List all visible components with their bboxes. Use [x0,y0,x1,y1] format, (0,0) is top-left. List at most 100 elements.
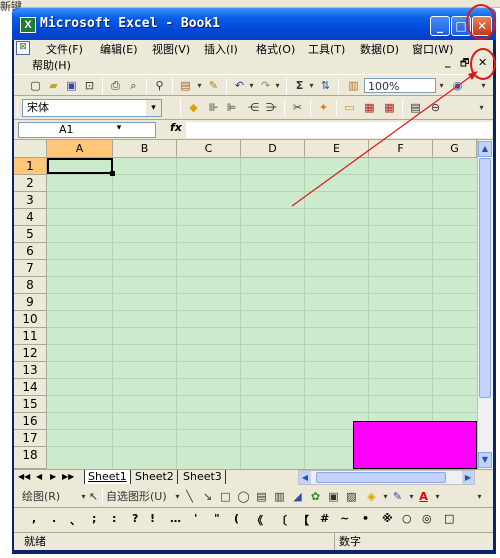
symbol-bullet[interactable]: • [362,512,369,525]
doc-minimize-button[interactable]: _ [445,55,451,68]
style-icon[interactable]: ◆ [186,100,201,115]
column-header-c[interactable]: C [177,140,241,158]
picture-icon[interactable]: ▨ [344,489,359,504]
vertical-textbox-icon[interactable]: ▥ [272,489,287,504]
row-header-16[interactable]: 16 [14,413,47,430]
next-sheet-icon[interactable]: ▶ [50,470,56,484]
symbol-paren[interactable]: ( [234,512,239,525]
oval-icon[interactable]: ◯ [236,489,251,504]
font-dropdown-icon[interactable]: ▾ [146,100,161,116]
row-header-10[interactable]: 10 [14,311,47,328]
line-icon[interactable]: ╲ [182,489,197,504]
menu-tools[interactable]: 工具(T) [308,41,345,57]
zoom-dropdown-icon[interactable]: ▾ [434,78,449,93]
menu-format[interactable]: 格式(O) [256,41,295,57]
undo-dropdown-icon[interactable]: ▾ [244,78,259,93]
symbol-square[interactable]: □ [444,512,454,525]
save-icon[interactable]: ▣ [64,78,79,93]
tab-sheet2[interactable]: Sheet2 [132,470,178,484]
column-header-b[interactable]: B [113,140,177,158]
row-header-11[interactable]: 11 [14,328,47,345]
highlight-icon[interactable]: ✦ [316,100,331,115]
row-header-6[interactable]: 6 [14,243,47,260]
drawing-options-icon[interactable]: ▾ [472,489,487,504]
row-header-14[interactable]: 14 [14,379,47,396]
symbol-comma[interactable]: , [32,512,36,525]
row-header-2[interactable]: 2 [14,175,47,192]
help-icon[interactable]: ◉ [450,78,465,93]
paste-dropdown-icon[interactable]: ▾ [192,78,207,93]
prev-sheet-icon[interactable]: ◀ [36,470,42,484]
paste-icon[interactable]: ▤ [178,78,193,93]
symbol-semicolon[interactable]: ; [92,512,96,525]
formula-input[interactable] [186,122,492,138]
menu-view[interactable]: 视图(V) [152,41,190,57]
row-header-1[interactable]: 1 [14,158,47,175]
insert-function-icon[interactable]: fx [170,121,182,134]
scroll-left-arrow-icon[interactable]: ◀ [299,471,311,484]
column-header-d[interactable]: D [241,140,305,158]
active-cell-a1[interactable] [47,158,113,174]
sort-ascending-icon[interactable]: ⇅ [318,78,333,93]
arrow-icon[interactable]: ↘ [200,489,215,504]
symbol-reference-mark[interactable]: ※ [382,512,393,525]
column-header-f[interactable]: F [369,140,433,158]
row-header-18[interactable]: 18 [14,447,47,469]
menu-edit[interactable]: 编辑(E) [100,41,138,57]
row-header-7[interactable]: 7 [14,260,47,277]
line-color-icon[interactable]: ✎ [390,489,405,504]
first-sheet-icon[interactable]: ◀◀ [18,470,30,484]
menu-data[interactable]: 数据(D) [360,41,399,57]
symbol-exclamation[interactable]: ! [150,512,155,525]
symbol-book-title[interactable]: 《 [252,512,263,528]
scroll-down-arrow-icon[interactable]: ▼ [478,452,492,468]
menu-insert[interactable]: 插入(I) [204,41,238,57]
symbol-question[interactable]: ? [132,512,138,525]
fill-color-icon[interactable]: ◈ [364,489,379,504]
open-icon[interactable]: ▰ [46,78,61,93]
document-icon[interactable]: ⊠ [16,41,30,55]
rectangle-icon[interactable]: □ [218,489,233,504]
menu-help[interactable]: 帮助(H) [32,57,71,73]
permission-icon[interactable]: ⊡ [82,78,97,93]
column-header-e[interactable]: E [305,140,369,158]
delete-row-icon[interactable]: ⋲ [246,100,261,115]
name-box[interactable]: A1 [18,122,156,138]
autoshapes-menu-button[interactable]: 自选图形(U) [106,489,172,504]
insert-column-icon[interactable]: ⊫ [224,100,239,115]
column-header-g[interactable]: G [433,140,477,158]
row-header-3[interactable]: 3 [14,192,47,209]
column-header-a[interactable]: A [47,140,113,158]
zoom-icon[interactable]: ⊖ [428,100,443,115]
symbol-tilde[interactable]: ~ [340,512,349,525]
symbol-enumeration-comma[interactable]: 、 [70,512,81,528]
minimize-button[interactable]: _ [430,16,450,36]
symbol-hash[interactable]: # [320,512,329,525]
last-sheet-icon[interactable]: ▶▶ [62,470,74,484]
format-options-icon[interactable]: ▾ [474,100,489,115]
symbol-tortoise-bracket[interactable]: 〔 [276,512,287,528]
clear-icon[interactable]: ✂ [290,100,305,115]
new-icon[interactable]: ▢ [28,78,43,93]
font-color-icon[interactable]: A [416,489,431,504]
name-box-dropdown-icon[interactable]: ▾ [112,123,126,137]
select-all-corner[interactable] [14,140,47,158]
zoom-box[interactable]: 100% [364,78,436,93]
symbol-single-quote[interactable]: ' [194,512,197,525]
folder-icon[interactable]: ▭ [342,100,357,115]
table-icon[interactable]: ▦ [382,100,397,115]
font-color-dropdown-icon[interactable]: ▾ [430,489,445,504]
print-icon[interactable]: ⎙ [108,78,123,93]
row-header-15[interactable]: 15 [14,396,47,413]
tab-sheet3[interactable]: Sheet3 [180,470,226,484]
tab-sheet1[interactable]: Sheet1 [84,470,131,484]
magenta-rectangle-shape[interactable] [353,421,477,469]
font-name-box[interactable]: 宋体 [22,99,162,117]
row-header-9[interactable]: 9 [14,294,47,311]
doc-restore-button[interactable]: 🗗 [460,56,469,73]
merge-icon[interactable]: ▦ [362,100,377,115]
autosum-dropdown-icon[interactable]: ▾ [304,78,319,93]
print-preview-icon[interactable]: ⌕ [126,78,141,93]
horizontal-scroll-thumb[interactable] [316,472,446,483]
fill-handle[interactable] [110,171,115,176]
